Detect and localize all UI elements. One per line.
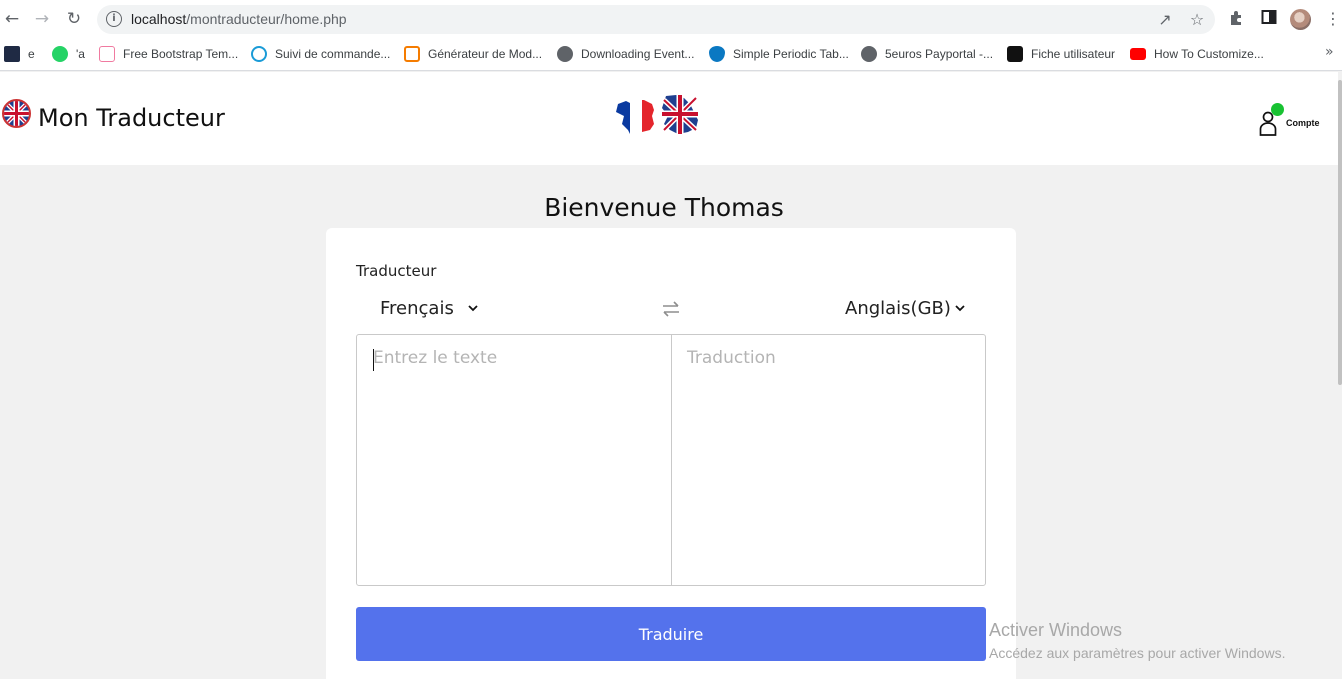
bookmark-label: Free Bootstrap Tem... xyxy=(123,47,239,61)
site-header: Mon Traducteur Compte xyxy=(0,72,1338,165)
url-host: localhost xyxy=(131,11,187,27)
youtube-icon xyxy=(1130,48,1146,60)
source-text-input[interactable] xyxy=(357,335,671,585)
extensions-icon[interactable] xyxy=(1227,9,1247,29)
card-title: Traducteur xyxy=(356,262,437,280)
source-language-select[interactable]: Frençais xyxy=(380,298,478,319)
bookmark-label: e xyxy=(28,47,35,61)
source-language-label: Frençais xyxy=(380,298,454,319)
target-language-select[interactable]: Anglais(GB) xyxy=(845,298,965,319)
bookmark-item[interactable]: 'a xyxy=(52,44,85,64)
bookmark-label: Downloading Event... xyxy=(581,47,695,61)
text-caret xyxy=(373,349,374,371)
xampp-icon xyxy=(404,46,420,62)
source-text-pane xyxy=(357,335,672,585)
browser-menu-icon[interactable]: ⋮ xyxy=(1325,9,1341,29)
chevron-down-icon xyxy=(955,305,965,312)
brand-title[interactable]: Mon Traducteur xyxy=(38,104,225,132)
bookmark-item[interactable]: Générateur de Mod... xyxy=(404,44,542,64)
translation-output: Traduction xyxy=(672,335,985,585)
drupal-icon xyxy=(709,46,725,62)
translation-placeholder: Traduction xyxy=(687,348,776,368)
account-label: Compte xyxy=(1286,118,1320,128)
translate-button[interactable]: Traduire xyxy=(356,607,986,661)
globe-icon xyxy=(861,46,877,62)
back-icon[interactable]: ← xyxy=(2,9,22,29)
chevron-right-icon[interactable]: » xyxy=(1325,44,1334,60)
bookmark-item[interactable]: Simple Periodic Tab... xyxy=(709,44,849,64)
target-language-label: Anglais(GB) xyxy=(845,298,951,319)
address-bar[interactable]: i localhost/montraducteur/home.php ↗ ☆ xyxy=(97,5,1215,34)
translator-card: Traducteur Frençais Anglais(GB) Traducti… xyxy=(326,228,1016,679)
user-icon xyxy=(1259,111,1277,136)
dev-icon xyxy=(4,46,20,62)
swap-languages-icon[interactable] xyxy=(661,300,681,318)
globe-icon xyxy=(557,46,573,62)
scrollbar-thumb[interactable] xyxy=(1338,80,1342,385)
bookmark-label: 5euros Payportal -... xyxy=(885,47,994,61)
flags-logo xyxy=(614,94,700,136)
chevron-down-icon xyxy=(468,305,478,312)
bookmark-label: Simple Periodic Tab... xyxy=(733,47,849,61)
reload-icon[interactable]: ↻ xyxy=(64,9,84,29)
bookmark-item[interactable]: How To Customize... xyxy=(1130,44,1264,64)
tracking-icon xyxy=(251,46,267,62)
profile-avatar[interactable] xyxy=(1290,9,1311,30)
account-menu[interactable]: Compte xyxy=(1258,102,1328,142)
bookmark-item[interactable]: e xyxy=(4,44,35,64)
logo-icon[interactable] xyxy=(2,99,31,128)
address-url[interactable]: localhost/montraducteur/home.php xyxy=(131,11,347,27)
activation-watermark-title: Activer Windows xyxy=(989,620,1123,640)
bookmark-label: 'a xyxy=(76,47,85,61)
side-panel-icon[interactable] xyxy=(1259,9,1279,29)
bookmark-label: Fiche utilisateur xyxy=(1031,47,1116,61)
activation-watermark-subtitle: Accédez aux paramètres pour activer Wind… xyxy=(989,645,1286,661)
welcome-heading: Bienvenue Thomas xyxy=(544,193,784,222)
bookmark-star-icon[interactable]: ☆ xyxy=(1187,10,1207,30)
site-info-icon[interactable]: i xyxy=(106,11,122,27)
bookmark-item[interactable]: Downloading Event... xyxy=(557,44,694,64)
bootstrap-template-icon xyxy=(99,46,115,62)
bookmark-label: Générateur de Mod... xyxy=(428,47,543,61)
bookmark-item[interactable]: Suivi de commande... xyxy=(251,44,390,64)
bookmarks-bar: e 'a Free Bootstrap Tem... Suivi de comm… xyxy=(0,38,1342,71)
browser-toolbar: ← → ↻ i localhost/montraducteur/home.php… xyxy=(0,0,1342,38)
translation-panes: Traduction xyxy=(356,334,986,586)
bookmark-label: Suivi de commande... xyxy=(275,47,391,61)
bookmark-label: How To Customize... xyxy=(1154,47,1264,61)
url-path: /montraducteur/home.php xyxy=(186,11,347,27)
bookmark-item[interactable]: 5euros Payportal -... xyxy=(861,44,993,64)
whatsapp-icon xyxy=(52,46,68,62)
bookmark-item[interactable]: Free Bootstrap Tem... xyxy=(99,44,238,64)
forward-icon[interactable]: → xyxy=(32,9,52,29)
share-icon[interactable]: ↗ xyxy=(1155,10,1175,30)
bookmark-item[interactable]: Fiche utilisateur xyxy=(1007,44,1115,64)
terminal-icon xyxy=(1007,46,1023,62)
